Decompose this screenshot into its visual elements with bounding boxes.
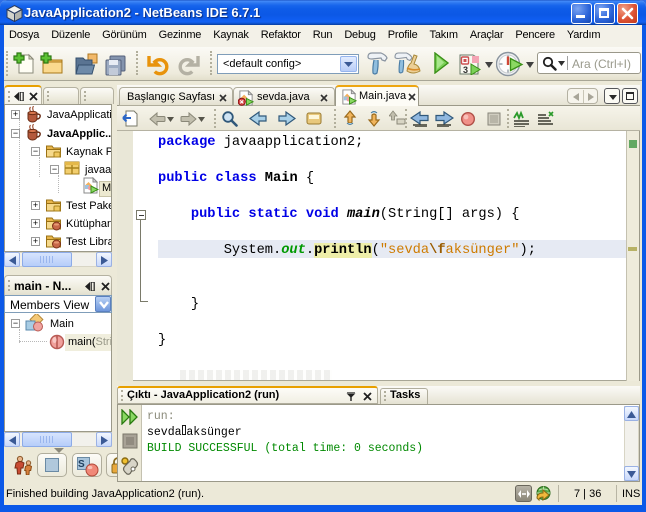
svg-text:3: 3 xyxy=(463,65,468,75)
